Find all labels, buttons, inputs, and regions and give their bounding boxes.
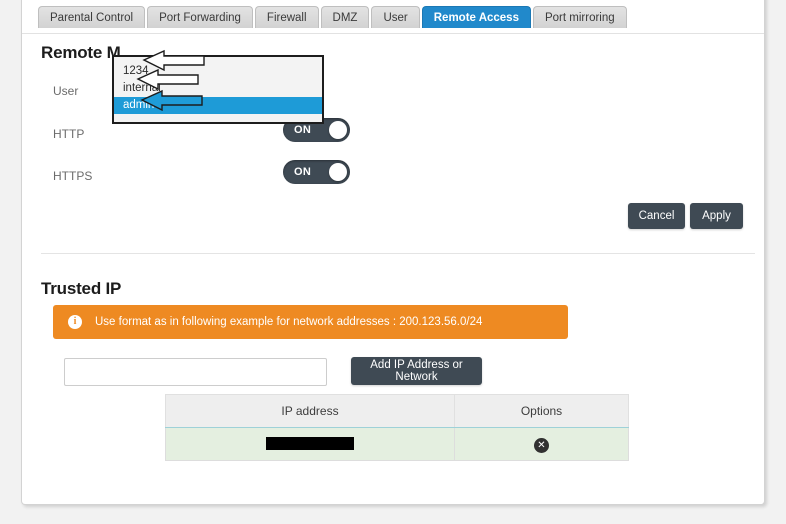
cell-ip-address xyxy=(165,427,455,461)
https-label: HTTPS xyxy=(53,169,93,183)
https-toggle[interactable]: ON xyxy=(283,160,350,184)
add-ip-button[interactable]: Add IP Address or Network xyxy=(351,357,482,385)
tab-port-forwarding[interactable]: Port Forwarding xyxy=(147,6,253,28)
trusted-ip-title: Trusted IP xyxy=(41,279,122,298)
trusted-ip-table: IP address Options ✕ xyxy=(165,394,629,461)
redacted-ip-value xyxy=(266,437,354,451)
info-banner: i Use format as in following example for… xyxy=(53,305,568,339)
tab-parental-control[interactable]: Parental Control xyxy=(38,6,146,28)
https-toggle-state: ON xyxy=(294,166,312,178)
tab-firewall[interactable]: Firewall xyxy=(254,6,319,28)
dropdown-option-admin[interactable]: admin xyxy=(114,97,322,114)
cell-options: ✕ xyxy=(454,427,629,461)
user-select-dropdown[interactable]: 1234 internal admin xyxy=(112,55,324,124)
content-card: Parental Control Port Forwarding Firewal… xyxy=(21,0,765,505)
remote-management-title: Remote M xyxy=(41,43,121,62)
delete-circle-icon[interactable]: ✕ xyxy=(534,438,549,453)
table-row: ✕ xyxy=(165,427,629,461)
apply-button[interactable]: Apply xyxy=(690,203,743,229)
user-label: User xyxy=(53,84,79,98)
ip-address-input[interactable] xyxy=(64,358,327,386)
cancel-button[interactable]: Cancel xyxy=(628,203,685,229)
info-banner-text: Use format as in following example for n… xyxy=(95,316,483,328)
tab-port-mirroring[interactable]: Port mirroring xyxy=(532,6,627,28)
tab-bar-underline xyxy=(22,33,764,34)
http-toggle-knob[interactable] xyxy=(329,121,347,139)
info-icon: i xyxy=(68,315,82,329)
http-label: HTTP xyxy=(53,127,85,141)
table-header-row: IP address Options xyxy=(165,394,629,428)
section-divider xyxy=(41,253,755,254)
column-header-ip-address: IP address xyxy=(165,394,455,428)
https-toggle-knob[interactable] xyxy=(329,163,347,181)
dropdown-option-1234[interactable]: 1234 xyxy=(114,63,322,80)
tab-remote-access[interactable]: Remote Access xyxy=(421,6,531,28)
dropdown-option-internal[interactable]: internal xyxy=(114,80,322,97)
tab-bar: Parental Control Port Forwarding Firewal… xyxy=(38,6,629,28)
tab-user[interactable]: User xyxy=(371,6,420,28)
column-header-options: Options xyxy=(454,394,629,428)
tab-dmz[interactable]: DMZ xyxy=(320,6,370,28)
